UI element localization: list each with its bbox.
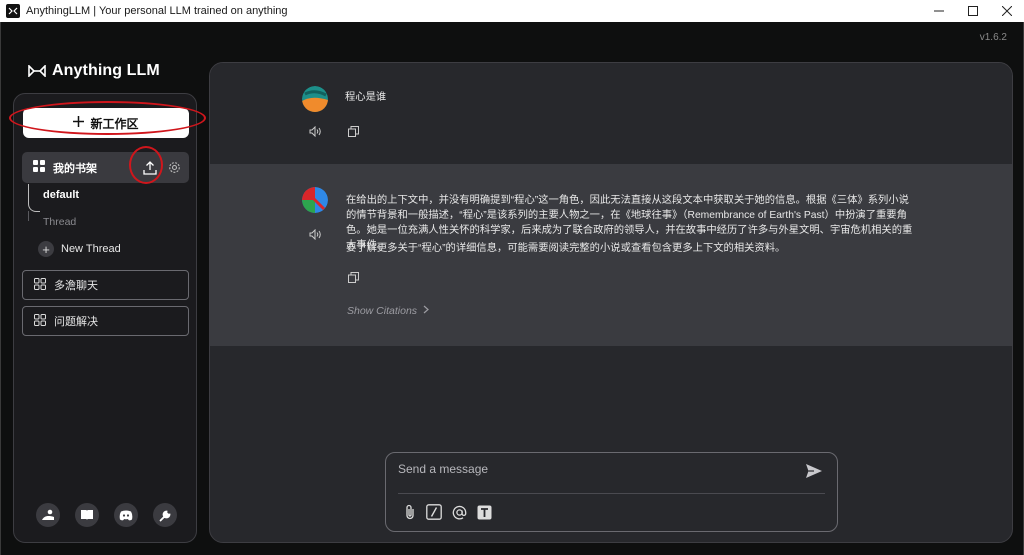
workspace-name: 我的书架 [53,162,97,175]
show-citations-button[interactable]: Show Citations [347,305,429,317]
workspace-grid-icon [34,313,46,329]
anythingllm-logo-icon [28,65,46,77]
settings-wrench-icon[interactable] [153,503,177,527]
version-label: v1.6.2 [979,32,1007,43]
app-logo-icon [6,4,20,18]
assistant-avatar [302,187,328,213]
thread-connector [28,211,29,221]
minimize-button[interactable] [922,0,956,22]
message-input[interactable] [398,459,778,479]
sidebar-footer [36,503,177,527]
annotation-circle-new-workspace [9,101,206,135]
assistant-message: 在给出的上下文中，并没有明确提到“程心”这一角色，因此无法直接从这段文本中获取关… [210,164,1012,346]
workspace-settings-button[interactable] [165,157,183,179]
sidebar: 新工作区 我的书架 default Thread + New Thread 多澹… [13,93,197,543]
message-composer [385,452,838,532]
gear-icon [168,162,180,173]
thread-item-thread[interactable]: Thread [43,216,76,228]
discord-icon[interactable] [114,503,138,527]
attach-icon[interactable] [404,504,416,525]
logo-text: Anything LLM [52,62,160,79]
maximize-button[interactable] [956,0,990,22]
slash-command-icon[interactable] [426,504,442,525]
app-logo: Anything LLM [28,62,160,80]
window-titlebar: AnythingLLM | Your personal LLM trained … [0,0,1024,22]
app-window: v1.6.2 Anything LLM 新工作区 我的书架 default Th… [0,22,1024,555]
workspace-grid-icon [33,160,45,175]
workspace-item[interactable]: 问题解决 [22,306,189,336]
workspace-item-active[interactable]: 我的书架 [22,152,189,183]
send-button[interactable] [805,463,823,484]
mention-at-icon[interactable] [452,505,467,525]
user-message: 程心是谁 [210,63,1012,164]
new-thread-label: New Thread [61,243,121,255]
workspace-name: 问题解决 [54,316,98,328]
copy-icon[interactable] [348,124,359,142]
workspace-name: 多澹聊天 [54,280,98,292]
user-message-text: 程心是谁 [345,92,387,103]
composer-toolbar [404,504,492,525]
assistant-message-paragraph: 要了解更多关于“程心”的详细信息，可能需要阅读完整的小说或查看包含更多上下文的相… [346,243,786,254]
thread-connector [28,184,40,212]
new-thread-button[interactable]: + New Thread [38,241,121,257]
close-button[interactable] [990,0,1024,22]
composer-divider [398,493,825,494]
show-citations-label: Show Citations [347,305,418,317]
annotation-circle-upload [129,146,163,184]
user-avatar [302,86,328,112]
chat-panel: 程心是谁 在给出的上下文中，并没有明确提到“程心”这一角色，因此无法直接从这段文… [209,62,1013,543]
speaker-icon[interactable] [309,227,322,245]
send-icon [806,464,822,478]
chevron-right-icon [423,305,429,317]
workspace-item[interactable]: 多澹聊天 [22,270,189,300]
speaker-icon[interactable] [309,124,322,142]
docs-book-icon[interactable] [75,503,99,527]
copy-icon[interactable] [348,270,359,288]
text-size-icon[interactable] [477,505,492,525]
workspace-grid-icon [34,277,46,293]
community-icon[interactable] [36,503,60,527]
window-title: AnythingLLM | Your personal LLM trained … [26,5,288,17]
thread-item-default[interactable]: default [43,189,79,201]
plus-icon: + [38,241,54,257]
